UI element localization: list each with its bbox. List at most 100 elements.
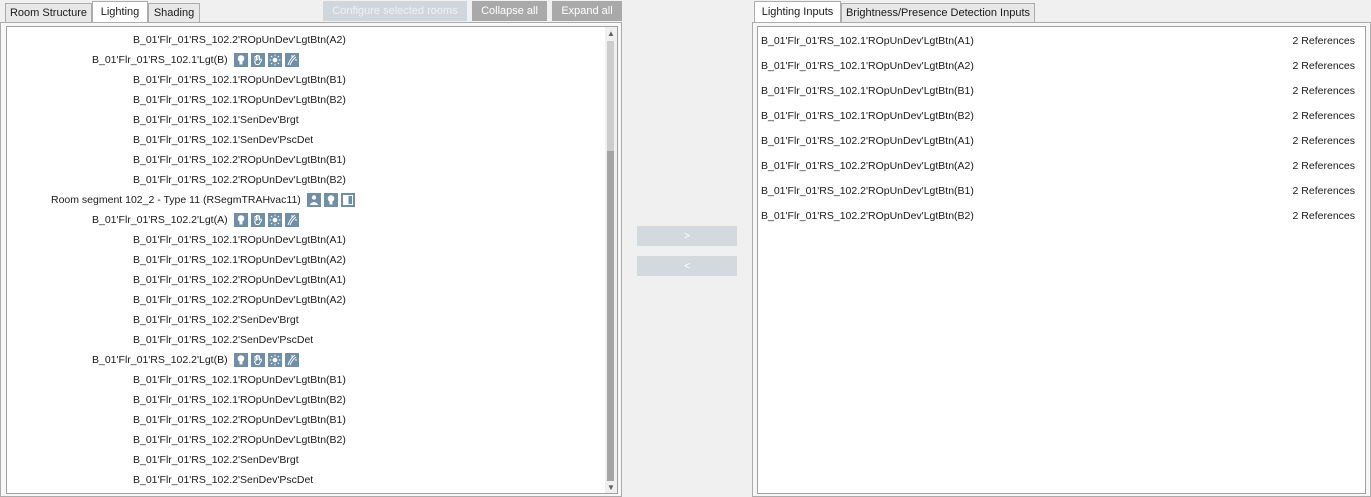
reference-count: 2 References <box>1292 159 1355 172</box>
function-icons <box>233 213 302 227</box>
tree-input-item[interactable]: B_01'Flr_01'RS_102.1'SenDev'Brgt <box>7 110 603 130</box>
input-name: B_01'Flr_01'RS_102.2'ROpUnDev'LgtBtn(A1) <box>761 134 974 147</box>
person-icon <box>306 193 321 207</box>
tree-scrollbar[interactable]: ▲ ▼ <box>605 27 617 493</box>
tree-input-item[interactable]: B_01'Flr_01'RS_102.1'ROpUnDev'LgtBtn(A2) <box>7 250 603 270</box>
tree-input-item[interactable]: B_01'Flr_01'RS_102.2'ROpUnDev'LgtBtn(B1) <box>7 410 603 430</box>
input-list-item[interactable]: B_01'Flr_01'RS_102.2'ROpUnDev'LgtBtn(A1)… <box>758 128 1365 153</box>
tree-input-item[interactable]: B_01'Flr_01'RS_102.2'SenDev'PscDet <box>7 330 603 350</box>
tree-lighting-group[interactable]: B_01'Flr_01'RS_102.2'Lgt(A) <box>7 210 603 230</box>
tree-input-item[interactable]: B_01'Flr_01'RS_102.1'ROpUnDev'LgtBtn(B1) <box>7 70 603 90</box>
reference-count: 2 References <box>1292 34 1355 47</box>
hand-icon <box>250 353 265 367</box>
tree-input-item[interactable]: B_01'Flr_01'RS_102.2'ROpUnDev'LgtBtn(A1) <box>7 270 603 290</box>
tree-room-segment[interactable]: Room segment 102_2 - Type 11 (RSegmTRAHv… <box>7 190 603 210</box>
scroll-up-arrow-icon[interactable]: ▲ <box>605 27 617 39</box>
reference-count: 2 References <box>1292 134 1355 147</box>
input-name: B_01'Flr_01'RS_102.2'ROpUnDev'LgtBtn(B2) <box>761 209 974 222</box>
input-name: B_01'Flr_01'RS_102.1'ROpUnDev'LgtBtn(A2) <box>761 59 974 72</box>
function-icons <box>306 193 358 207</box>
input-list-item[interactable]: B_01'Flr_01'RS_102.2'ROpUnDev'LgtBtn(B2)… <box>758 203 1365 228</box>
collapse-all-button[interactable]: Collapse all <box>472 1 547 21</box>
assign-button[interactable]: > <box>637 226 737 246</box>
hand-icon <box>250 53 265 67</box>
tree-input-item[interactable]: B_01'Flr_01'RS_102.1'SenDev'PscDet <box>7 130 603 150</box>
input-name: B_01'Flr_01'RS_102.1'ROpUnDev'LgtBtn(B1) <box>761 84 974 97</box>
tree-item-label: B_01'Flr_01'RS_102.2'SenDev'Brgt <box>133 314 299 326</box>
reference-count: 2 References <box>1292 84 1355 97</box>
scroll-down-arrow-icon[interactable]: ▼ <box>605 481 617 493</box>
reference-count: 2 References <box>1292 209 1355 222</box>
inputs-list: B_01'Flr_01'RS_102.1'ROpUnDev'LgtBtn(A1)… <box>757 26 1366 494</box>
sun-icon <box>267 353 282 367</box>
tree-item-label: B_01'Flr_01'RS_102.2'ROpUnDev'LgtBtn(A2) <box>133 34 346 46</box>
shade-icon <box>284 53 299 67</box>
tree-item-label: B_01'Flr_01'RS_102.1'Lgt(B) <box>92 54 228 66</box>
sun-icon <box>267 53 282 67</box>
reference-count: 2 References <box>1292 59 1355 72</box>
hand-icon <box>250 213 265 227</box>
input-name: B_01'Flr_01'RS_102.2'ROpUnDev'LgtBtn(B1) <box>761 184 974 197</box>
input-name: B_01'Flr_01'RS_102.2'ROpUnDev'LgtBtn(A2) <box>761 159 974 172</box>
tree-item-label: B_01'Flr_01'RS_102.2'ROpUnDev'LgtBtn(B1) <box>133 414 346 426</box>
tree-item-label: B_01'Flr_01'RS_102.1'ROpUnDev'LgtBtn(B1) <box>133 374 346 386</box>
tree-item-label: B_01'Flr_01'RS_102.1'ROpUnDev'LgtBtn(A1) <box>133 234 346 246</box>
tree-item-label: B_01'Flr_01'RS_102.2'Lgt(A) <box>92 214 228 226</box>
tree-input-item[interactable]: B_01'Flr_01'RS_102.1'ROpUnDev'LgtBtn(B2) <box>7 390 603 410</box>
light-bulb-icon <box>233 213 248 227</box>
tree-input-item[interactable]: B_01'Flr_01'RS_102.2'SenDev'Brgt <box>7 450 603 470</box>
tree-input-item[interactable]: B_01'Flr_01'RS_102.2'SenDev'Brgt <box>7 310 603 330</box>
input-list-item[interactable]: B_01'Flr_01'RS_102.1'ROpUnDev'LgtBtn(A1)… <box>758 28 1365 53</box>
room-tree: B_01'Flr_01'RS_102.2'ROpUnDev'LgtBtn(A2)… <box>6 26 618 494</box>
tree-item-label: B_01'Flr_01'RS_102.2'SenDev'Brgt <box>133 454 299 466</box>
tree-item-label: B_01'Flr_01'RS_102.1'ROpUnDev'LgtBtn(B2) <box>133 394 346 406</box>
tree-item-label: B_01'Flr_01'RS_102.2'ROpUnDev'LgtBtn(A2) <box>133 294 346 306</box>
tree-lighting-group[interactable]: B_01'Flr_01'RS_102.2'Lgt(B) <box>7 350 603 370</box>
light-bulb-icon <box>323 193 338 207</box>
remove-button[interactable]: < <box>637 256 737 276</box>
sun-icon <box>267 213 282 227</box>
tree-item-label: B_01'Flr_01'RS_102.2'ROpUnDev'LgtBtn(A1) <box>133 274 346 286</box>
blind-icon <box>340 193 355 207</box>
tree-item-label: B_01'Flr_01'RS_102.1'ROpUnDev'LgtBtn(A2) <box>133 254 346 266</box>
input-list-item[interactable]: B_01'Flr_01'RS_102.2'ROpUnDev'LgtBtn(A2)… <box>758 153 1365 178</box>
tree-input-item[interactable]: B_01'Flr_01'RS_102.2'ROpUnDev'LgtBtn(A2) <box>7 290 603 310</box>
shade-icon <box>284 213 299 227</box>
tree-input-item[interactable]: B_01'Flr_01'RS_102.2'ROpUnDev'LgtBtn(A2) <box>7 30 603 50</box>
scrollbar-track[interactable] <box>607 41 614 151</box>
tab-brightness-presence-inputs[interactable]: Brightness/Presence Detection Inputs <box>841 3 1035 22</box>
light-bulb-icon <box>233 53 248 67</box>
scrollbar-thumb[interactable] <box>607 151 614 481</box>
reference-count: 2 References <box>1292 109 1355 122</box>
tree-item-label: B_01'Flr_01'RS_102.2'SenDev'PscDet <box>133 474 314 486</box>
expand-all-button[interactable]: Expand all <box>552 1 622 21</box>
configure-selected-rooms-button[interactable]: Configure selected rooms <box>323 1 467 21</box>
tree-input-item[interactable]: B_01'Flr_01'RS_102.2'ROpUnDev'LgtBtn(B1) <box>7 150 603 170</box>
tree-item-label: B_01'Flr_01'RS_102.1'ROpUnDev'LgtBtn(B1) <box>133 74 346 86</box>
tab-room-structure[interactable]: Room Structure <box>5 3 92 22</box>
tree-lighting-group[interactable]: B_01'Flr_01'RS_102.1'Lgt(B) <box>7 50 603 70</box>
tree-item-label: B_01'Flr_01'RS_102.2'ROpUnDev'LgtBtn(B2) <box>133 434 346 446</box>
tree-item-label: B_01'Flr_01'RS_102.1'SenDev'PscDet <box>133 134 314 146</box>
input-list-item[interactable]: B_01'Flr_01'RS_102.1'ROpUnDev'LgtBtn(A2)… <box>758 53 1365 78</box>
tree-item-label: B_01'Flr_01'RS_102.1'ROpUnDev'LgtBtn(B2) <box>133 94 346 106</box>
input-list-item[interactable]: B_01'Flr_01'RS_102.1'ROpUnDev'LgtBtn(B1)… <box>758 78 1365 103</box>
tree-item-label: B_01'Flr_01'RS_102.2'SenDev'PscDet <box>133 334 314 346</box>
tree-input-item[interactable]: B_01'Flr_01'RS_102.2'ROpUnDev'LgtBtn(B2) <box>7 430 603 450</box>
tab-shading[interactable]: Shading <box>148 3 200 22</box>
tree-item-label: B_01'Flr_01'RS_102.2'ROpUnDev'LgtBtn(B1) <box>133 154 346 166</box>
input-list-item[interactable]: B_01'Flr_01'RS_102.1'ROpUnDev'LgtBtn(B2)… <box>758 103 1365 128</box>
tree-input-item[interactable]: B_01'Flr_01'RS_102.1'ROpUnDev'LgtBtn(A1) <box>7 230 603 250</box>
shade-icon <box>284 353 299 367</box>
tree-item-label: B_01'Flr_01'RS_102.2'ROpUnDev'LgtBtn(B2) <box>133 174 346 186</box>
tab-lighting-inputs[interactable]: Lighting Inputs <box>754 1 841 22</box>
tree-input-item[interactable]: B_01'Flr_01'RS_102.1'ROpUnDev'LgtBtn(B2) <box>7 90 603 110</box>
tree-item-label: B_01'Flr_01'RS_102.2'Lgt(B) <box>92 354 228 366</box>
tree-input-item[interactable]: B_01'Flr_01'RS_102.1'ROpUnDev'LgtBtn(B1) <box>7 370 603 390</box>
tree-input-item[interactable]: B_01'Flr_01'RS_102.2'ROpUnDev'LgtBtn(B2) <box>7 170 603 190</box>
tree-input-item[interactable]: B_01'Flr_01'RS_102.2'SenDev'PscDet <box>7 470 603 490</box>
input-list-item[interactable]: B_01'Flr_01'RS_102.2'ROpUnDev'LgtBtn(B1)… <box>758 178 1365 203</box>
tab-lighting[interactable]: Lighting <box>92 1 148 22</box>
reference-count: 2 References <box>1292 184 1355 197</box>
function-icons <box>233 53 302 67</box>
